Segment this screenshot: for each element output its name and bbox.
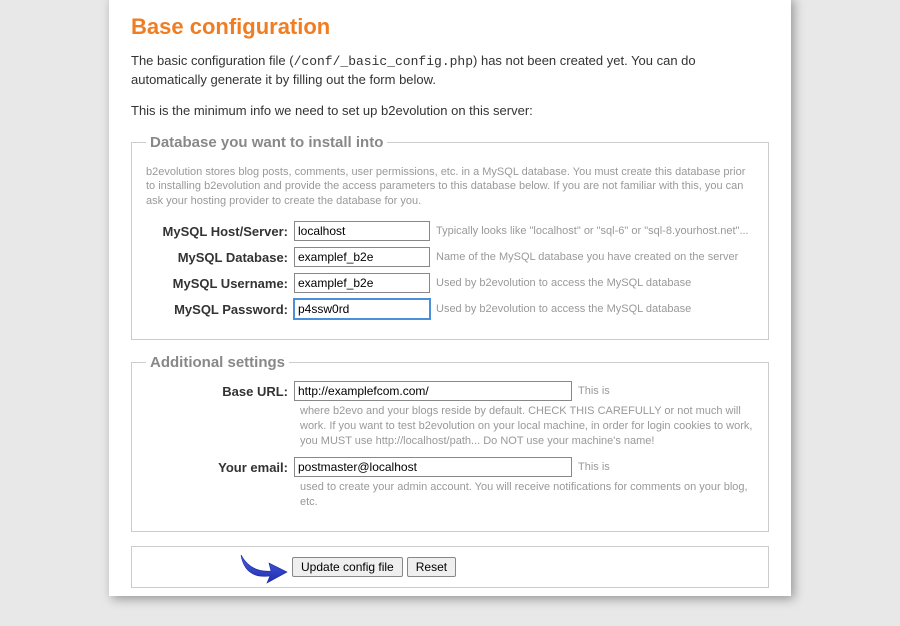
hint-email-inline: This is: [572, 457, 754, 475]
hint-mysql-database: Name of the MySQL database you have crea…: [430, 247, 754, 265]
input-email[interactable]: [294, 457, 572, 477]
row-email: Your email: This is: [146, 457, 754, 477]
button-bar: Update config file Reset: [131, 546, 769, 588]
hint-email-below: used to create your admin account. You w…: [300, 480, 754, 510]
label-base-url: Base URL:: [146, 381, 294, 399]
config-path: /conf/_basic_config.php: [294, 54, 473, 69]
label-email: Your email:: [146, 457, 294, 475]
input-mysql-password[interactable]: [294, 299, 430, 319]
hint-mysql-host: Typically looks like "localhost" or "sql…: [430, 221, 754, 239]
row-mysql-host: MySQL Host/Server: Typically looks like …: [146, 221, 754, 241]
arrow-icon: [237, 549, 289, 585]
label-mysql-database: MySQL Database:: [146, 247, 294, 265]
input-mysql-host[interactable]: [294, 221, 430, 241]
row-mysql-database: MySQL Database: Name of the MySQL databa…: [146, 247, 754, 267]
label-mysql-password: MySQL Password:: [146, 299, 294, 317]
hint-mysql-username: Used by b2evolution to access the MySQL …: [430, 273, 754, 291]
hint-mysql-password: Used by b2evolution to access the MySQL …: [430, 299, 754, 317]
update-config-button[interactable]: Update config file: [292, 557, 403, 577]
database-note: b2evolution stores blog posts, comments,…: [146, 165, 754, 210]
input-base-url[interactable]: [294, 381, 572, 401]
page-title: Base configuration: [131, 14, 769, 40]
additional-fieldset: Additional settings Base URL: This is wh…: [131, 354, 769, 532]
database-fieldset: Database you want to install into b2evol…: [131, 134, 769, 341]
intro-line1a: The basic configuration file (: [131, 53, 294, 68]
intro-text: The basic configuration file (/conf/_bas…: [131, 52, 769, 120]
input-mysql-database[interactable]: [294, 247, 430, 267]
hint-base-url-below: where b2evo and your blogs reside by def…: [300, 404, 754, 449]
hint-base-url-inline: This is: [572, 381, 754, 399]
intro-line2: This is the minimum info we need to set …: [131, 102, 769, 120]
row-base-url: Base URL: This is: [146, 381, 754, 401]
label-mysql-host: MySQL Host/Server:: [146, 221, 294, 239]
row-mysql-username: MySQL Username: Used by b2evolution to a…: [146, 273, 754, 293]
reset-button[interactable]: Reset: [407, 557, 456, 577]
database-legend: Database you want to install into: [146, 134, 387, 151]
label-mysql-username: MySQL Username:: [146, 273, 294, 291]
additional-legend: Additional settings: [146, 354, 289, 371]
config-panel: Base configuration The basic configurati…: [109, 0, 791, 596]
input-mysql-username[interactable]: [294, 273, 430, 293]
row-mysql-password: MySQL Password: Used by b2evolution to a…: [146, 299, 754, 319]
